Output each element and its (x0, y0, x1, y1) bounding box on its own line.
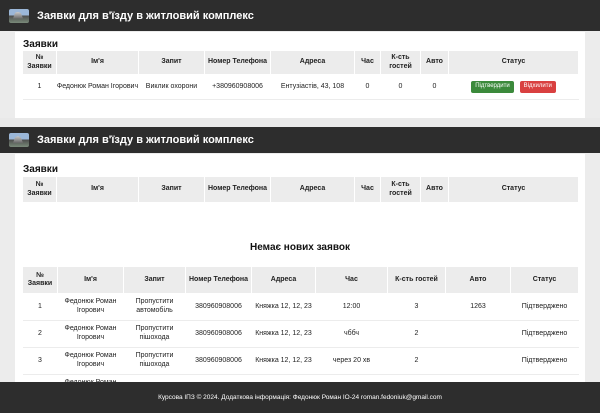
cell-name: Федонюк Роман Ігорович (57, 347, 124, 375)
residential-complex-logo-icon (9, 133, 29, 147)
col-header-phone: Номер Телефона (204, 176, 271, 203)
footer: Курсова ІПЗ © 2024. Додаткова інформація… (0, 382, 600, 413)
col-header-phone: Номер Телефона (185, 266, 252, 294)
col-header-status: Статус (448, 176, 579, 203)
cell-time: 12:00 (315, 293, 388, 321)
col-header-guests: К-сть гостей (380, 176, 421, 203)
app-header: Заявки для в'їзду в житловий комплекс (0, 0, 600, 31)
cell-request: Пропустити автомобіль (123, 293, 186, 321)
section-title: Заявки (23, 39, 58, 50)
col-header-guests: К-сть гостей (380, 50, 421, 75)
col-header-number: № Заявки (22, 176, 57, 203)
cell-number: 3 (22, 347, 58, 375)
residential-complex-logo-icon (9, 8, 29, 23)
app-title: Заявки для в'їзду в житловий комплекс (37, 9, 254, 22)
cell-status: Підтверджено (510, 320, 579, 348)
col-header-name: Ім'я (56, 50, 139, 75)
pending-requests-table: № Заявки Ім'я Запит Номер Телефона Адрес… (22, 176, 579, 203)
cell-request: Пропустити пішохода (123, 347, 186, 375)
col-header-request: Запит (138, 176, 205, 203)
cell-address: Княжка 12, 12, 23 (251, 293, 316, 321)
cell-address: Княжка 12, 12, 23 (251, 347, 316, 375)
col-header-car: Авто (445, 266, 511, 294)
table-header-row: № Заявки Ім'я Запит Номер Телефона Адрес… (22, 266, 579, 294)
cell-time: через 20 хв (315, 347, 388, 375)
col-header-car: Авто (420, 176, 449, 203)
app-header: Заявки для в'їзду в житловий комплекс (0, 127, 600, 153)
table-row: 1 Федонюк Роман Ігорович Пропустити авто… (22, 293, 579, 321)
cell-status: Підтверджено (510, 347, 579, 375)
cell-name: Федонюк Роман Ігорович (56, 74, 139, 100)
requests-card: Заявки № Заявки Ім'я Запит Номер Телефон… (15, 154, 585, 413)
col-header-address: Адреса (270, 176, 355, 203)
col-header-car: Авто (420, 50, 449, 75)
cell-request: Пропустити пішохода (123, 320, 186, 348)
col-header-request: Запит (123, 266, 186, 294)
cell-number: 2 (22, 320, 58, 348)
cell-car: 1263 (445, 293, 511, 321)
cell-phone: 380960908006 (185, 320, 252, 348)
table-header-row: № Заявки Ім'я Запит Номер Телефона Адрес… (22, 176, 579, 203)
pending-requests-table: № Заявки Ім'я Запит Номер Телефона Адрес… (22, 50, 579, 100)
cell-phone: 380960908006 (185, 347, 252, 375)
cell-name: Федонюк Роман Ігорович (57, 320, 124, 348)
cell-name: Федонюк Роман Ігорович (57, 293, 124, 321)
cell-guests: 0 (380, 74, 421, 100)
cell-number: 1 (22, 74, 57, 100)
cell-guests: 2 (387, 347, 446, 375)
col-header-status: Статус (510, 266, 579, 294)
col-header-status: Статус (448, 50, 579, 75)
col-header-time: Час (315, 266, 388, 294)
empty-state-message: Немає нових заявок (250, 242, 350, 253)
cell-time: чббч (315, 320, 388, 348)
cell-phone: 380960908006 (185, 293, 252, 321)
col-header-time: Час (354, 176, 381, 203)
col-header-phone: Номер Телефона (204, 50, 271, 75)
cell-car: 0 (420, 74, 449, 100)
col-header-address: Адреса (251, 266, 316, 294)
cell-number: 1 (22, 293, 58, 321)
cell-guests: 3 (387, 293, 446, 321)
cell-car (445, 347, 511, 375)
cell-address: Княжка 12, 12, 23 (251, 320, 316, 348)
cell-car (445, 320, 511, 348)
cell-phone: +380960908006 (204, 74, 271, 100)
col-header-number: № Заявки (22, 50, 57, 75)
col-header-guests: К-сть гостей (387, 266, 446, 294)
col-header-time: Час (354, 50, 381, 75)
table-header-row: № Заявки Ім'я Запит Номер Телефона Адрес… (22, 50, 579, 75)
cell-status: Підтверджено (510, 293, 579, 321)
section-title: Заявки (23, 164, 58, 175)
table-row: 2 Федонюк Роман Ігорович Пропустити пішо… (22, 320, 579, 348)
col-header-number: № Заявки (22, 266, 58, 294)
cell-address: Ентузіастів, 43, 108 (270, 74, 355, 100)
pending-requests-view: Заявки для в'їзду в житловий комплекс За… (0, 0, 600, 118)
table-row: 3 Федонюк Роман Ігорович Пропустити пішо… (22, 347, 579, 375)
app-title: Заявки для в'їзду в житловий комплекс (37, 134, 254, 146)
reject-button[interactable]: Відхилити (519, 81, 556, 93)
col-header-address: Адреса (270, 50, 355, 75)
approve-button[interactable]: Підтвердити (471, 81, 514, 93)
cell-request: Виклик охорони (138, 74, 205, 100)
col-header-name: Ім'я (57, 266, 124, 294)
cell-time: 0 (354, 74, 381, 100)
col-header-request: Запит (138, 50, 205, 75)
cell-status-actions: Підтвердити Відхилити (448, 74, 579, 100)
cell-guests: 2 (387, 320, 446, 348)
table-row: 1 Федонюк Роман Ігорович Виклик охорони … (22, 74, 579, 100)
col-header-name: Ім'я (56, 176, 139, 203)
processed-requests-view: Заявки для в'їзду в житловий комплекс За… (0, 127, 600, 413)
